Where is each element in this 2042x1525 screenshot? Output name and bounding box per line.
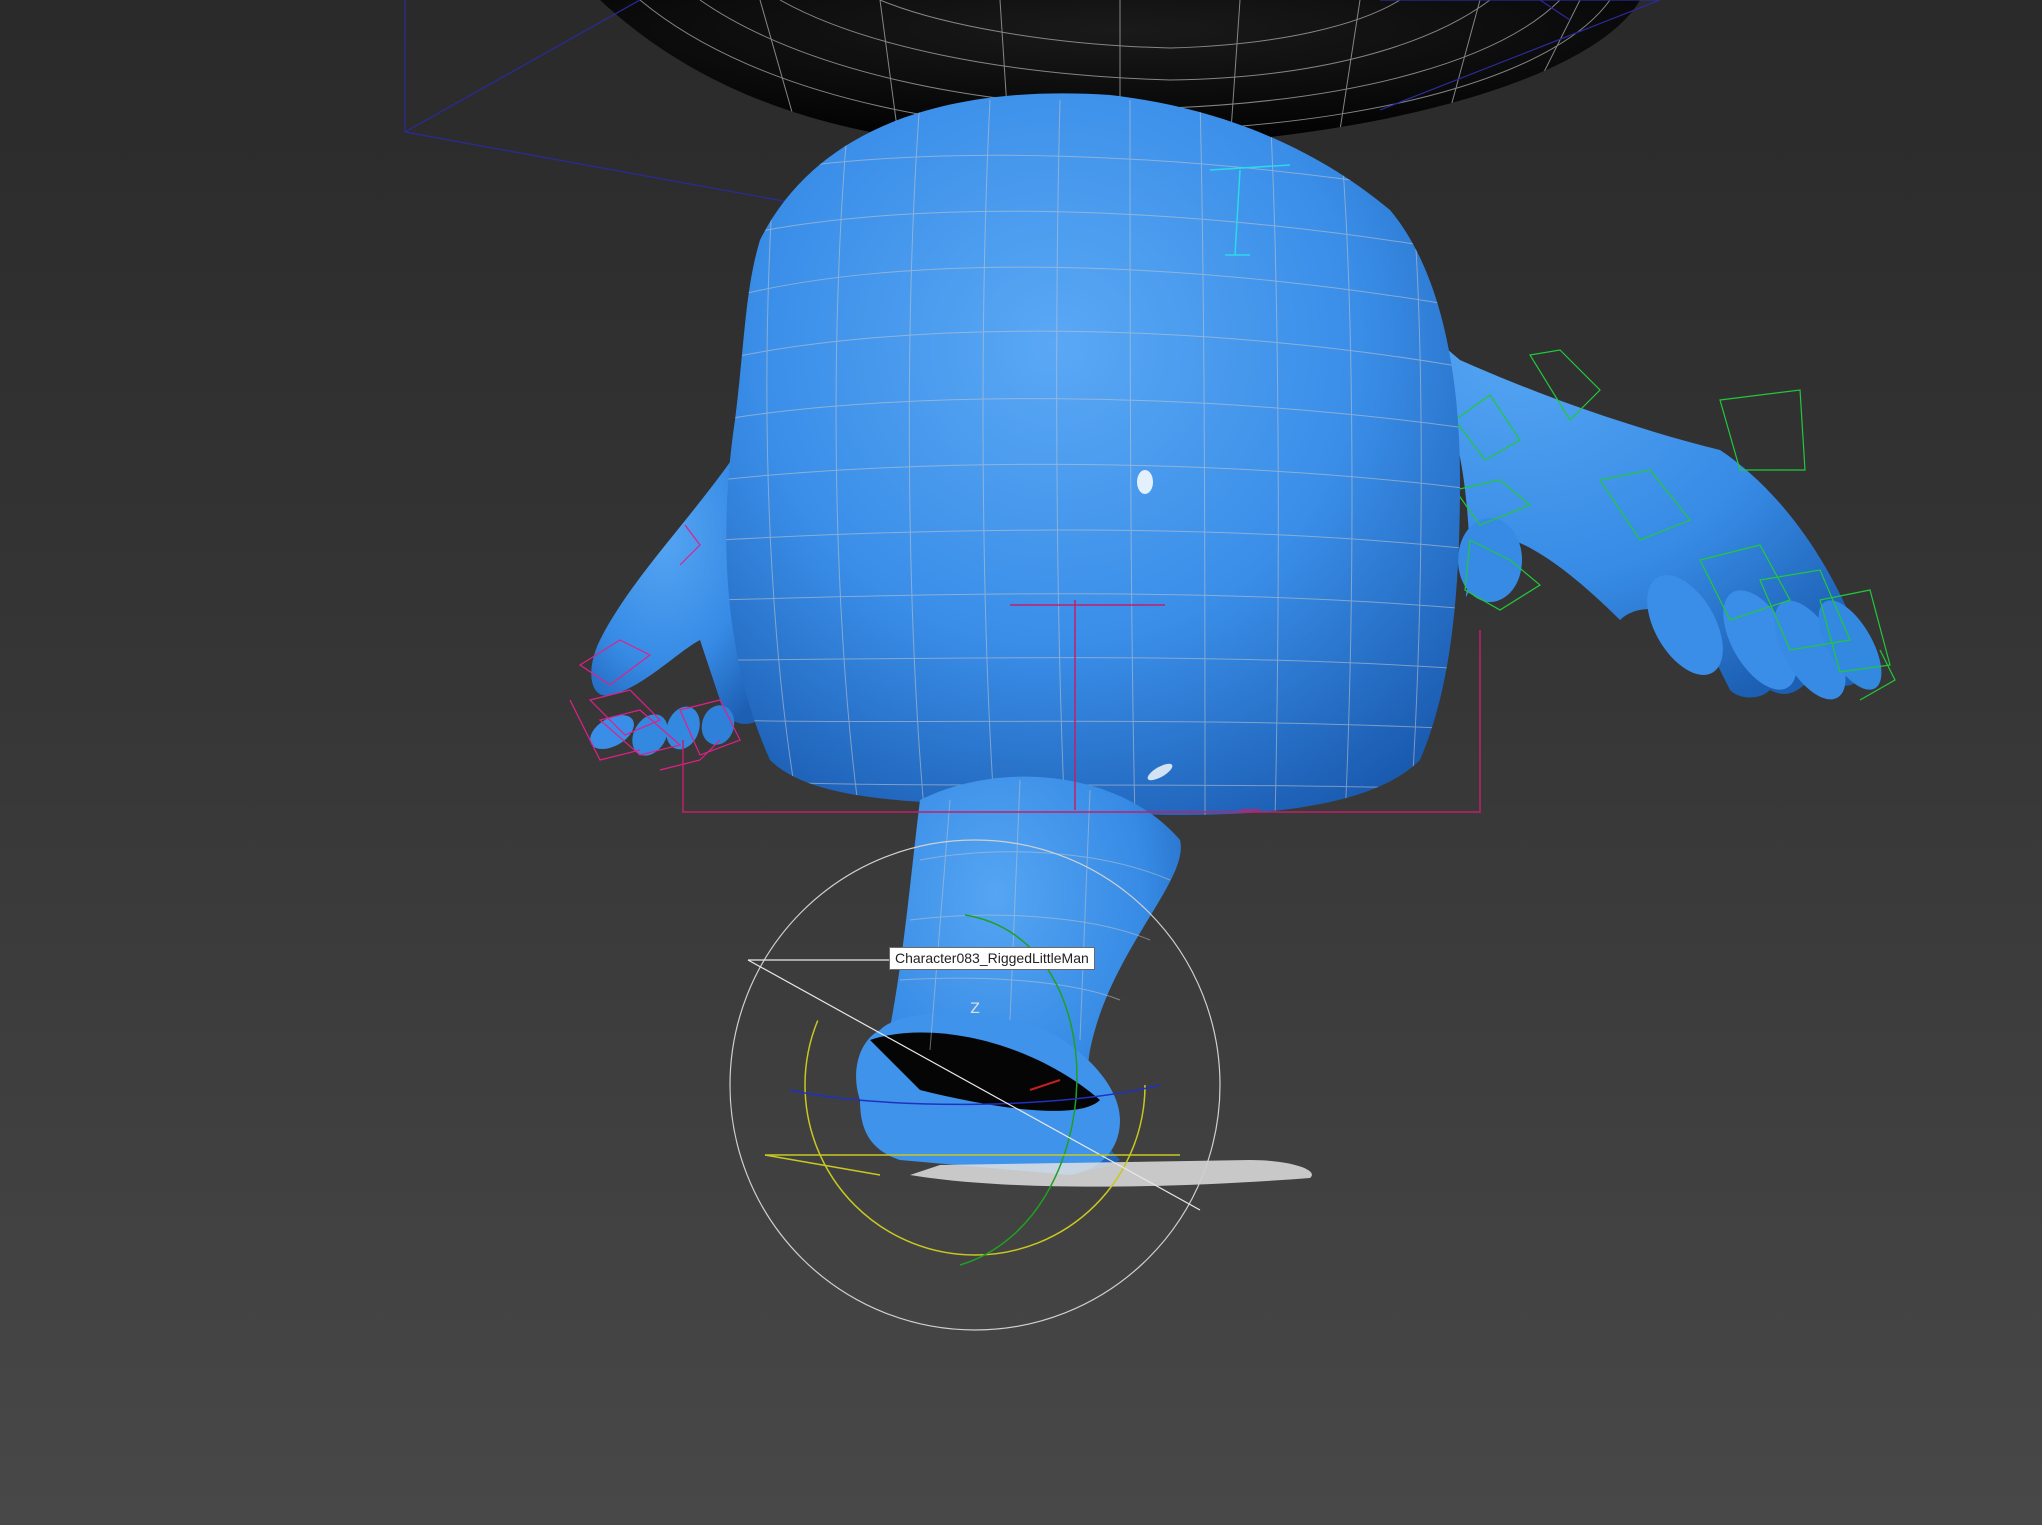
viewport-scene[interactable]: Z [0,0,2042,1525]
3d-viewport[interactable]: Z Character083_RiggedLittleMan [0,0,2042,1525]
leg-mesh[interactable] [856,776,1312,1187]
object-name-tooltip: Character083_RiggedLittleMan [889,947,1095,970]
torso-mesh[interactable] [720,93,1480,844]
gizmo-axis-z-label: Z [970,1001,980,1017]
